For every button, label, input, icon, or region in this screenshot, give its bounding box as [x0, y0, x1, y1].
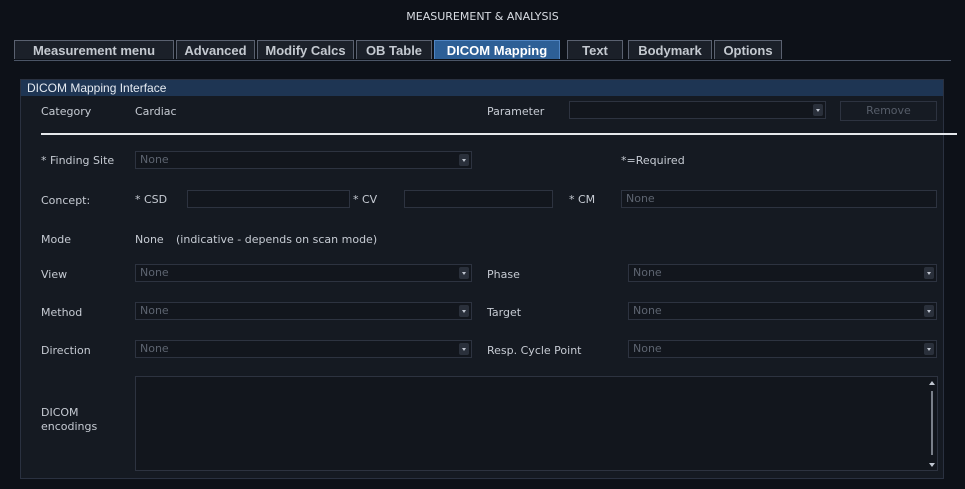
tab-modify-calcs[interactable]: Modify Calcs: [257, 40, 354, 59]
target-value: None: [633, 304, 662, 317]
tab-options[interactable]: Options: [714, 40, 782, 59]
chevron-down-icon[interactable]: [459, 343, 469, 355]
finding-site-dropdown[interactable]: None: [135, 151, 472, 169]
tab-dicom-mapping[interactable]: DICOM Mapping: [434, 40, 560, 59]
dicom-encodings-textarea[interactable]: [135, 376, 938, 471]
required-note: *=Required: [621, 154, 685, 167]
dicom-encodings-label-line2: encodings: [41, 420, 98, 433]
panel-header: DICOM Mapping Interface: [21, 80, 943, 96]
target-dropdown[interactable]: None: [628, 302, 937, 320]
method-dropdown[interactable]: None: [135, 302, 472, 320]
cm-field[interactable]: None: [621, 190, 937, 208]
cv-label: * CV: [353, 193, 378, 206]
scrollbar-track[interactable]: [931, 391, 933, 455]
parameter-label: Parameter: [487, 105, 545, 118]
cm-label: * CM: [569, 193, 596, 206]
chevron-down-icon[interactable]: [924, 305, 934, 317]
chevron-down-icon[interactable]: [813, 104, 823, 116]
cv-field[interactable]: [404, 190, 553, 208]
parameter-dropdown[interactable]: [569, 101, 826, 119]
resp-cycle-point-label: Resp. Cycle Point: [487, 344, 582, 357]
view-label: View: [41, 268, 68, 281]
concept-label: Concept:: [41, 194, 91, 207]
category-label: Category: [41, 105, 92, 118]
method-value: None: [140, 304, 169, 317]
tab-ob-table[interactable]: OB Table: [356, 40, 432, 59]
finding-site-value: None: [140, 153, 169, 166]
target-label: Target: [487, 306, 522, 319]
phase-dropdown[interactable]: None: [628, 264, 937, 282]
tab-text[interactable]: Text: [567, 40, 623, 59]
csd-label: * CSD: [135, 193, 168, 206]
direction-dropdown[interactable]: None: [135, 340, 472, 358]
dicom-encodings-label-line1: DICOM: [41, 406, 79, 419]
chevron-down-icon[interactable]: [459, 305, 469, 317]
direction-value: None: [140, 342, 169, 355]
tab-bodymark[interactable]: Bodymark: [628, 40, 712, 59]
category-value: Cardiac: [135, 105, 177, 118]
resp-cycle-point-dropdown[interactable]: None: [628, 340, 937, 358]
finding-site-label: * Finding Site: [41, 154, 115, 167]
chevron-down-icon[interactable]: [459, 267, 469, 279]
scrollbar[interactable]: [929, 381, 935, 467]
scroll-up-icon[interactable]: [929, 381, 935, 385]
window-title: MEASUREMENT & ANALYSIS: [406, 10, 559, 23]
view-dropdown[interactable]: None: [135, 264, 472, 282]
tab-advanced[interactable]: Advanced: [176, 40, 255, 59]
tab-measurement-menu[interactable]: Measurement menu: [14, 40, 174, 59]
resp-cycle-point-value: None: [633, 342, 662, 355]
csd-field[interactable]: [187, 190, 350, 208]
chevron-down-icon[interactable]: [459, 154, 469, 166]
chevron-down-icon[interactable]: [924, 343, 934, 355]
direction-label: Direction: [41, 344, 91, 357]
method-label: Method: [41, 306, 83, 319]
mode-value: None: [135, 233, 164, 246]
view-value: None: [140, 266, 169, 279]
tab-bar: Measurement menu Advanced Modify Calcs O…: [14, 40, 951, 61]
mode-note: (indicative - depends on scan mode): [176, 233, 378, 246]
scroll-down-icon[interactable]: [929, 463, 935, 467]
remove-button[interactable]: Remove: [840, 101, 937, 121]
panel-title: DICOM Mapping Interface: [27, 81, 167, 95]
phase-value: None: [633, 266, 662, 279]
dicom-mapping-panel: DICOM Mapping Interface Category Cardiac…: [20, 79, 957, 479]
divider: [41, 133, 957, 135]
phase-label: Phase: [487, 268, 520, 281]
mode-label: Mode: [41, 233, 71, 246]
chevron-down-icon[interactable]: [924, 267, 934, 279]
